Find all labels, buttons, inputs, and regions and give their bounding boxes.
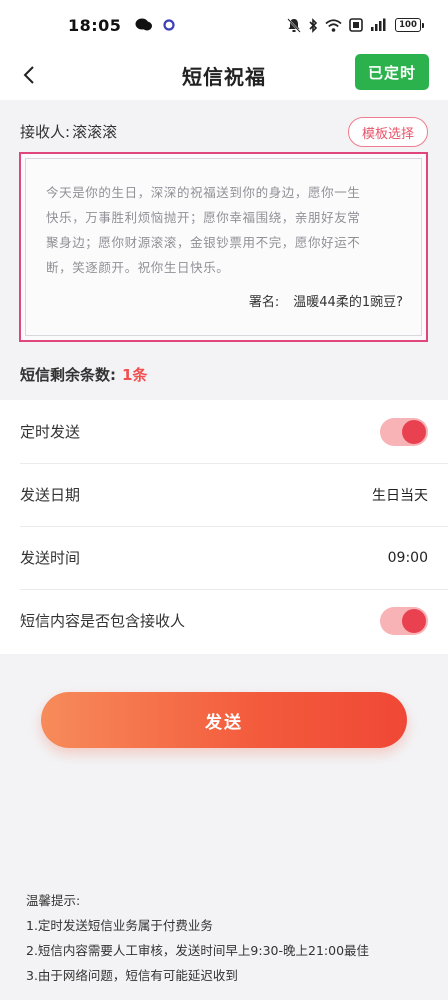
page-title: 短信祝福 <box>182 64 266 89</box>
setting-label: 发送时间 <box>20 549 81 567</box>
signature-label: 署名: <box>248 295 280 310</box>
message-text[interactable]: 今天是你的生日，深深的祝福送到你的身边，愿你一生 快乐，万事胜利烦恼抛开；愿你幸… <box>46 180 403 280</box>
wifi-icon <box>325 18 342 32</box>
status-time: 18:05 <box>68 15 122 35</box>
setting-label: 短信内容是否包含接收人 <box>20 612 186 630</box>
signal-icon <box>371 18 386 31</box>
recipient-name: 滚滚滚 <box>72 122 118 141</box>
signature-row: 署名: 温暖44柔的1豌豆? <box>249 291 403 310</box>
signature-name[interactable]: 温暖44柔的1豌豆? <box>293 291 403 310</box>
status-left-icons <box>135 18 176 32</box>
tip-item: 3.由于网络问题，短信有可能延迟收到 <box>26 968 238 983</box>
battery-icon: 100 <box>395 18 424 32</box>
tips-title: 温馨提示: <box>26 893 81 908</box>
message-line: 断，笑逐颜开。祝你生日快乐。 <box>46 260 230 275</box>
nav-bar: 短信祝福 已定时 <box>0 50 448 100</box>
sms-count-row: 短信剩余条数: 1条 <box>20 360 147 388</box>
message-line: 聚身边；愿你财源滚滚，金银钞票用不完，愿你好运不 <box>46 235 361 250</box>
sms-count-value: 1条 <box>122 365 148 384</box>
sim-card-icon <box>349 18 363 32</box>
mute-bell-icon <box>287 17 301 33</box>
setting-label: 定时发送 <box>20 423 81 441</box>
setting-include-recipient: 短信内容是否包含接收人 <box>0 589 448 652</box>
send-date-value[interactable]: 生日当天 <box>372 485 428 505</box>
tip-item: 2.短信内容需要人工审核，发送时间早上9:30-晚上21:00最佳 <box>26 943 370 958</box>
sms-count-label: 短信剩余条数: <box>20 365 116 384</box>
settings-card: 定时发送 发送日期 生日当天 发送时间 09:00 短信内容是否包含接收人 <box>0 400 448 654</box>
recipient-label: 接收人: <box>20 122 71 141</box>
toggle-knob <box>402 608 426 633</box>
status-bar: 18:05 100 <box>0 0 448 50</box>
recipient-row: 接收人: 滚滚滚 模板选择 <box>0 114 448 148</box>
template-select-button[interactable]: 模板选择 <box>348 117 428 147</box>
battery-level: 100 <box>395 18 421 32</box>
send-button[interactable]: 发送 <box>41 692 407 748</box>
include-recipient-toggle[interactable] <box>380 606 428 635</box>
tip-item: 1.定时发送短信业务属于付费业务 <box>26 918 213 933</box>
status-right-icons: 100 <box>287 17 424 33</box>
message-inner: 今天是你的生日，深深的祝福送到你的身边，愿你一生 快乐，万事胜利烦恼抛开；愿你幸… <box>25 158 422 336</box>
message-line: 快乐，万事胜利烦恼抛开；愿你幸福围绕，亲朋好友常 <box>46 210 361 225</box>
back-button[interactable] <box>14 58 44 92</box>
scheduled-send-toggle[interactable] <box>380 417 428 446</box>
setting-label: 发送日期 <box>20 486 81 504</box>
setting-send-time[interactable]: 发送时间 09:00 <box>0 526 448 589</box>
circle-icon <box>163 19 176 31</box>
bluetooth-icon <box>309 17 318 33</box>
message-box[interactable]: 今天是你的生日，深深的祝福送到你的身边，愿你一生 快乐，万事胜利烦恼抛开；愿你幸… <box>19 152 428 342</box>
chat-bubble-icon <box>135 18 153 31</box>
tips: 温馨提示: 1.定时发送短信业务属于付费业务 2.短信内容需要人工审核，发送时间… <box>26 888 436 988</box>
toggle-knob <box>402 419 426 444</box>
scheduled-button[interactable]: 已定时 <box>355 54 429 90</box>
message-line: 今天是你的生日，深深的祝福送到你的身边，愿你一生 <box>46 185 361 200</box>
chevron-left-icon <box>23 66 34 84</box>
send-time-value[interactable]: 09:00 <box>388 550 428 566</box>
setting-scheduled-send: 定时发送 <box>0 400 448 463</box>
setting-send-date[interactable]: 发送日期 生日当天 <box>0 463 448 526</box>
